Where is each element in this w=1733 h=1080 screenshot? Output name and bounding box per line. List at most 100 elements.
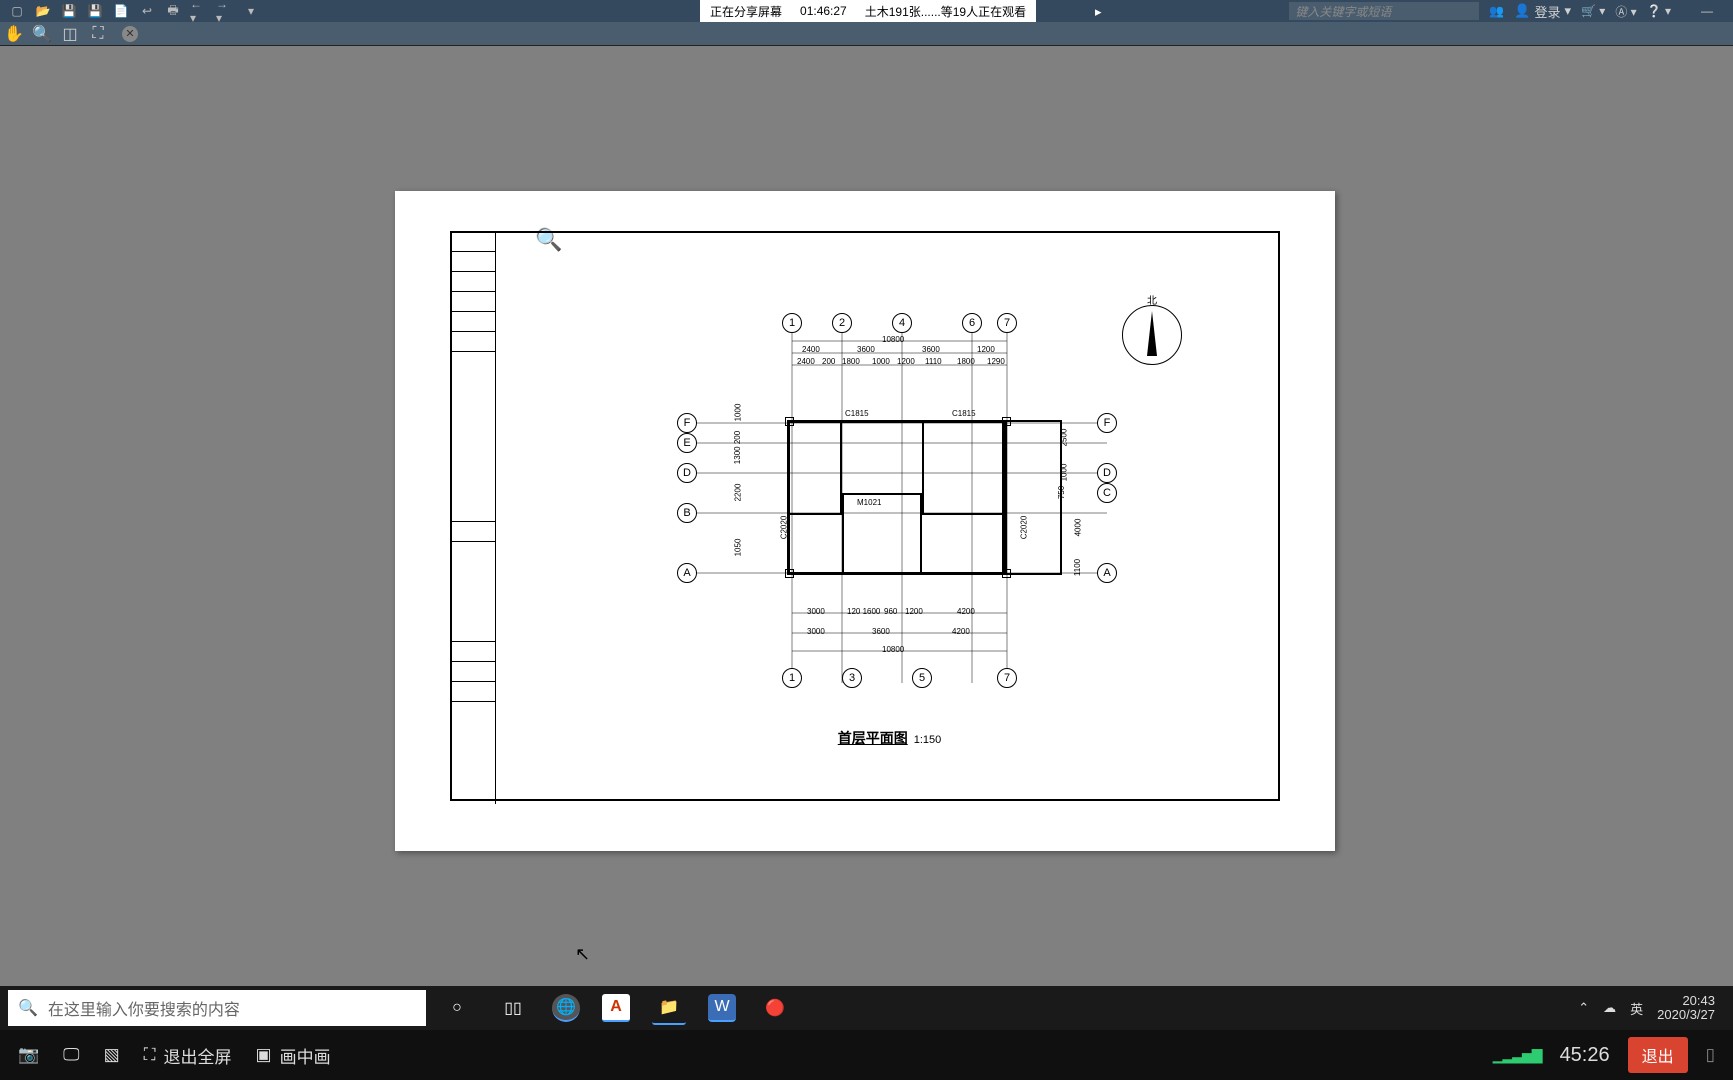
search-placeholder: 在这里输入你要搜索的内容: [48, 996, 240, 1020]
recorder-app-icon[interactable]: 🔴: [758, 991, 792, 1025]
dim-b2-1: 3600: [872, 627, 890, 636]
windows-search-input[interactable]: 🔍 在这里输入你要搜索的内容: [8, 990, 426, 1026]
clock[interactable]: 20:43 2020/3/27: [1657, 994, 1715, 1023]
screen-icon[interactable]: 🖵: [63, 1045, 79, 1065]
dim-b1-1: 120 1600: [847, 607, 880, 616]
plot-icon[interactable]: 📄: [112, 2, 130, 20]
mark-c2020-1: C2020: [779, 516, 788, 540]
compass-label: 北: [1147, 292, 1157, 307]
close-preview-icon[interactable]: ✕: [122, 26, 138, 42]
dim-total-bottom: 10800: [882, 645, 904, 654]
print-icon[interactable]: 🖶: [164, 2, 182, 20]
title-block: [451, 232, 496, 804]
date: 2020/3/27: [1657, 1008, 1715, 1022]
fullscreen-exit-icon: ⛶: [144, 1045, 156, 1065]
share-status: 正在分享屏幕: [710, 3, 782, 20]
wps-app-icon[interactable]: W: [708, 994, 736, 1022]
minimize-icon[interactable]: —: [1701, 4, 1713, 18]
column-4: [1002, 569, 1011, 578]
collapse-icon[interactable]: ▸: [1095, 4, 1102, 20]
grid-bubble-1b: 1: [782, 668, 802, 688]
new-icon[interactable]: ▢: [8, 2, 26, 20]
grid-bubble-7b: 7: [997, 668, 1017, 688]
grid-bubble-Dr: D: [1097, 463, 1117, 483]
grid-bubble-El: E: [677, 433, 697, 453]
screen-share-banner: 正在分享屏幕 01:46:27 土木191张......等19人正在观看: [700, 0, 1036, 22]
grid-bubble-Cr: C: [1097, 483, 1117, 503]
camera-off-icon[interactable]: 📷: [18, 1045, 39, 1065]
login-button[interactable]: 👤 登录 ▾: [1514, 2, 1571, 21]
grid-bubble-Ar: A: [1097, 563, 1117, 583]
view-toolbar: ✋ 🔍 ◫ ⛶ ✕: [0, 22, 1733, 46]
meeting-control-bar: 📷 🖵 ▧ ⛶ 退出全屏 ▣ 画中画 ▁▂▃▅▇ 45:26 退出 ▯: [0, 1030, 1733, 1080]
undo-icon[interactable]: ↩: [138, 2, 156, 20]
autocad-app-icon[interactable]: A: [602, 994, 630, 1022]
quick-access-toolbar: ▢ 📂 💾 💾 📄 ↩ 🖶 ← ▾ → ▾ ▾: [0, 2, 260, 20]
app-icon[interactable]: Ⓐ ▾: [1615, 3, 1636, 20]
pan-icon[interactable]: ✋: [4, 24, 24, 44]
dropdown-icon[interactable]: ▾: [242, 2, 260, 20]
grid-bubble-Fl: F: [677, 413, 697, 433]
window-icon[interactable]: ◫: [60, 24, 80, 44]
model-space[interactable]: 🔍 北 1 2 4 6: [0, 46, 1733, 1080]
chevron-down-icon: ▾: [1564, 3, 1571, 19]
wall-room3: [922, 420, 1007, 515]
dim-b1-3: 1200: [905, 607, 923, 616]
exchange-icon[interactable]: 🛒 ▾: [1581, 4, 1605, 18]
grid-bubble-Bl: B: [677, 503, 697, 523]
dim-r3: 4000: [1073, 519, 1082, 537]
login-label: 登录: [1534, 2, 1560, 21]
pip-icon: ▣: [256, 1045, 272, 1065]
titlebar-right: 键入关键字或短语 👥 👤 登录 ▾ 🛒 ▾ Ⓐ ▾ ❔ ▾ —: [1289, 0, 1713, 22]
forward-icon[interactable]: → ▾: [216, 2, 234, 20]
drawing-area: 北 1 2 4 6 7 10800 2400 3600 3600 1200 24…: [497, 233, 1282, 803]
grid-bubble-Dl: D: [677, 463, 697, 483]
pip-button[interactable]: ▣ 画中画: [256, 1043, 331, 1068]
save-icon[interactable]: 💾: [60, 2, 78, 20]
drawing-scale: 1:150: [914, 734, 942, 746]
share-duration: 01:46:27: [800, 4, 847, 18]
dim-l1: 1300 200: [733, 431, 742, 464]
column-2: [1002, 417, 1011, 426]
saveas-icon[interactable]: 💾: [86, 2, 104, 20]
dim-b1-2: 960: [884, 607, 897, 616]
mark-m1021: M1021: [857, 498, 881, 507]
titlebar: ▢ 📂 💾 💾 📄 ↩ 🖶 ← ▾ → ▾ ▾ Autodesk AutoCAD…: [0, 0, 1733, 22]
wall-room4: [1002, 420, 1062, 575]
open-icon[interactable]: 📂: [34, 2, 52, 20]
back-icon[interactable]: ← ▾: [190, 2, 208, 20]
cloud-icon[interactable]: ☁: [1603, 1000, 1616, 1016]
exit-button[interactable]: 退出: [1628, 1037, 1688, 1073]
viewer-right: ▁▂▃▅▇ 45:26 退出 ▯: [1493, 1037, 1715, 1073]
dim-b2-2: 4200: [952, 627, 970, 636]
browser-app-icon[interactable]: 🌐: [552, 994, 580, 1022]
extents-icon[interactable]: ⛶: [88, 24, 108, 44]
more-icon[interactable]: ▯: [1706, 1045, 1715, 1065]
taskview-icon[interactable]: ▯▯: [496, 991, 530, 1025]
column-1: [785, 417, 794, 426]
drawing-title: 首层平面图 1:150: [838, 728, 942, 748]
explorer-app-icon[interactable]: 📁: [652, 991, 686, 1025]
help-search-input[interactable]: 键入关键字或短语: [1289, 2, 1479, 20]
drawing-title-text: 首层平面图: [838, 728, 908, 748]
drawing-frame: 北 1 2 4 6 7 10800 2400 3600 3600 1200 24…: [450, 231, 1280, 801]
signin-person-icon[interactable]: 👥: [1489, 4, 1504, 18]
taskbar-apps: ○ ▯▯ 🌐 A 📁 W 🔴: [440, 991, 792, 1025]
ime-indicator[interactable]: 英: [1630, 999, 1643, 1018]
column-3: [785, 569, 794, 578]
floor-plan: 1 2 4 6 7 10800 2400 3600 3600 1200 2400…: [677, 313, 1187, 693]
dim-l3: 1050: [733, 539, 742, 557]
user-icon: 👤: [1514, 3, 1530, 19]
exit-fullscreen-button[interactable]: ⛶ 退出全屏: [144, 1043, 232, 1068]
dim-b1-4: 4200: [957, 607, 975, 616]
signal-icon: ▁▂▃▅▇: [1493, 1047, 1542, 1064]
mark-c1815-2: C1815: [952, 409, 976, 418]
present-icon[interactable]: ▧: [104, 1045, 120, 1065]
zoom-icon[interactable]: 🔍: [32, 24, 52, 44]
help-icon[interactable]: ❔ ▾: [1647, 4, 1671, 18]
dim-l0: 1000: [733, 404, 742, 422]
wall-room2: [842, 493, 922, 575]
cortana-icon[interactable]: ○: [440, 991, 474, 1025]
mark-c2020-2: C2020: [1019, 516, 1028, 540]
tray-expand-icon[interactable]: ⌃: [1578, 1000, 1589, 1016]
